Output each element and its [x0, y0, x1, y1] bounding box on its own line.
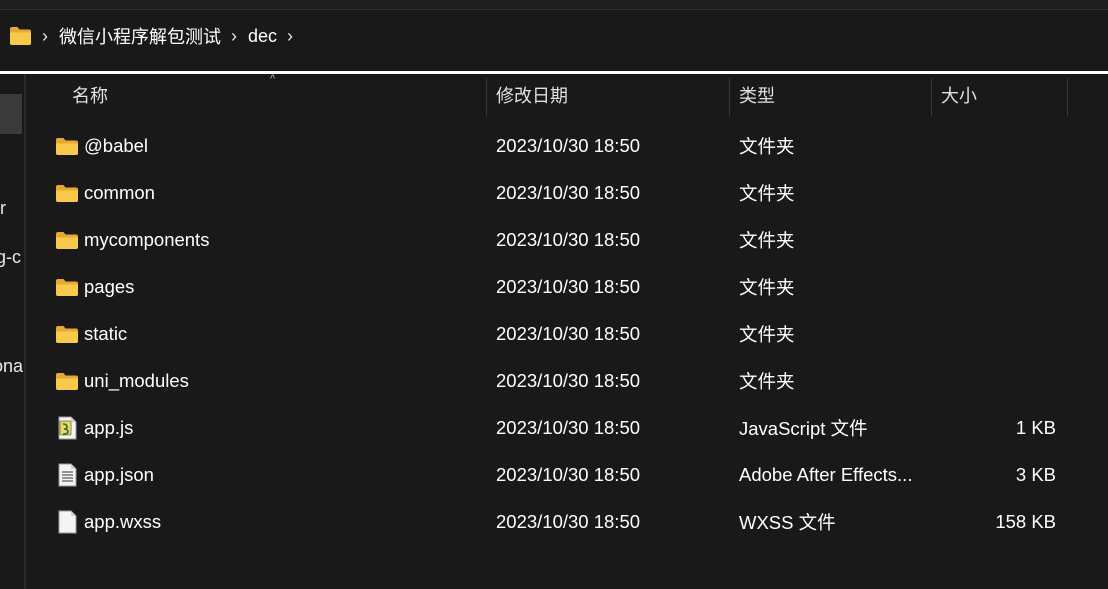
folder-icon: [56, 275, 78, 299]
column-resize-handle[interactable]: [729, 78, 730, 116]
file-name: common: [84, 181, 155, 203]
file-size: [956, 357, 1056, 404]
column-header-type[interactable]: 类型: [739, 74, 931, 116]
title-strip: [0, 0, 1108, 10]
file-type: Adobe After Effects...: [739, 463, 913, 485]
file-row[interactable]: pages 2023/10/30 18:50 文件夹: [26, 263, 1108, 310]
file-size: 158 KB: [995, 510, 1056, 532]
file-date: 2023/10/30 18:50: [496, 134, 641, 156]
file-type: 文件夹: [739, 229, 795, 251]
file-list: @babel 2023/10/30 18:50 文件夹 common 2023/…: [26, 122, 1108, 545]
address-bar[interactable]: › 微信小程序解包测试 › dec ›: [0, 10, 1108, 62]
file-row[interactable]: static 2023/10/30 18:50 文件夹: [26, 310, 1108, 357]
column-header-row: ^ 名称 修改日期 类型 大小: [26, 74, 1108, 116]
file-row[interactable]: common 2023/10/30 18:50 文件夹: [26, 169, 1108, 216]
js-file-icon: [56, 416, 78, 440]
file-row[interactable]: @babel 2023/10/30 18:50 文件夹: [26, 122, 1108, 169]
file-date: 2023/10/30 18:50: [496, 228, 641, 250]
breadcrumb-item-dec[interactable]: dec: [248, 26, 277, 47]
file-type: JavaScript 文件: [739, 417, 868, 439]
chevron-right-icon[interactable]: ›: [231, 27, 237, 45]
file-size: [956, 263, 1056, 310]
navigation-pane[interactable]: r g-c ona: [0, 74, 26, 589]
folder-icon: [56, 369, 78, 393]
folder-icon: [56, 228, 78, 252]
file-size: 3 KB: [1015, 463, 1056, 485]
chevron-right-icon[interactable]: ›: [42, 27, 48, 45]
file-type: 文件夹: [739, 276, 795, 298]
navigation-selected-item[interactable]: [0, 94, 22, 134]
column-resize-handle[interactable]: [931, 78, 932, 116]
file-size: [956, 122, 1056, 169]
file-type: 文件夹: [739, 323, 795, 345]
file-type: 文件夹: [739, 370, 795, 392]
file-type: 文件夹: [739, 182, 795, 204]
file-name: app.js: [84, 416, 134, 438]
file-row[interactable]: app.js 2023/10/30 18:50 JavaScript 文件 1 …: [26, 404, 1108, 451]
file-date: 2023/10/30 18:50: [496, 275, 641, 297]
file-date: 2023/10/30 18:50: [496, 416, 641, 438]
folder-icon: [56, 181, 78, 205]
file-size: [956, 169, 1056, 216]
column-header-date[interactable]: 修改日期: [496, 74, 729, 116]
file-size: [956, 216, 1056, 263]
file-row[interactable]: uni_modules 2023/10/30 18:50 文件夹: [26, 357, 1108, 404]
file-name: app.wxss: [84, 510, 162, 532]
file-type: WXSS 文件: [739, 511, 836, 533]
file-date: 2023/10/30 18:50: [496, 322, 641, 344]
file-type: 文件夹: [739, 135, 795, 157]
folder-icon: [9, 26, 32, 46]
text-file-icon: [56, 463, 78, 487]
file-name: static: [84, 322, 128, 344]
column-header-size[interactable]: 大小: [941, 74, 1067, 116]
folder-icon: [56, 322, 78, 346]
file-name: mycomponents: [84, 228, 210, 250]
file-date: 2023/10/30 18:50: [496, 463, 641, 485]
blank-file-icon: [56, 510, 78, 534]
file-row[interactable]: app.wxss 2023/10/30 18:50 WXSS 文件 158 KB: [26, 498, 1108, 545]
file-size: [956, 310, 1056, 357]
file-name: uni_modules: [84, 369, 189, 391]
file-row[interactable]: mycomponents 2023/10/30 18:50 文件夹: [26, 216, 1108, 263]
file-name: app.json: [84, 463, 154, 485]
file-date: 2023/10/30 18:50: [496, 369, 641, 391]
file-size: 1 KB: [1015, 416, 1056, 438]
file-date: 2023/10/30 18:50: [496, 510, 641, 532]
navigation-item-fragment[interactable]: ona: [0, 356, 23, 377]
file-date: 2023/10/30 18:50: [496, 181, 641, 203]
column-resize-handle[interactable]: [1067, 78, 1068, 116]
column-resize-handle[interactable]: [486, 78, 487, 116]
breadcrumb-item-root[interactable]: 微信小程序解包测试: [59, 23, 221, 49]
file-name: @babel: [84, 134, 149, 156]
navigation-item-fragment[interactable]: r: [0, 198, 6, 219]
column-header-name[interactable]: 名称: [72, 74, 486, 116]
file-name: pages: [84, 275, 135, 297]
navigation-item-fragment[interactable]: g-c: [0, 247, 21, 268]
chevron-right-icon[interactable]: ›: [287, 27, 293, 45]
file-row[interactable]: app.json 2023/10/30 18:50 Adobe After Ef…: [26, 451, 1108, 498]
folder-icon: [56, 134, 78, 158]
